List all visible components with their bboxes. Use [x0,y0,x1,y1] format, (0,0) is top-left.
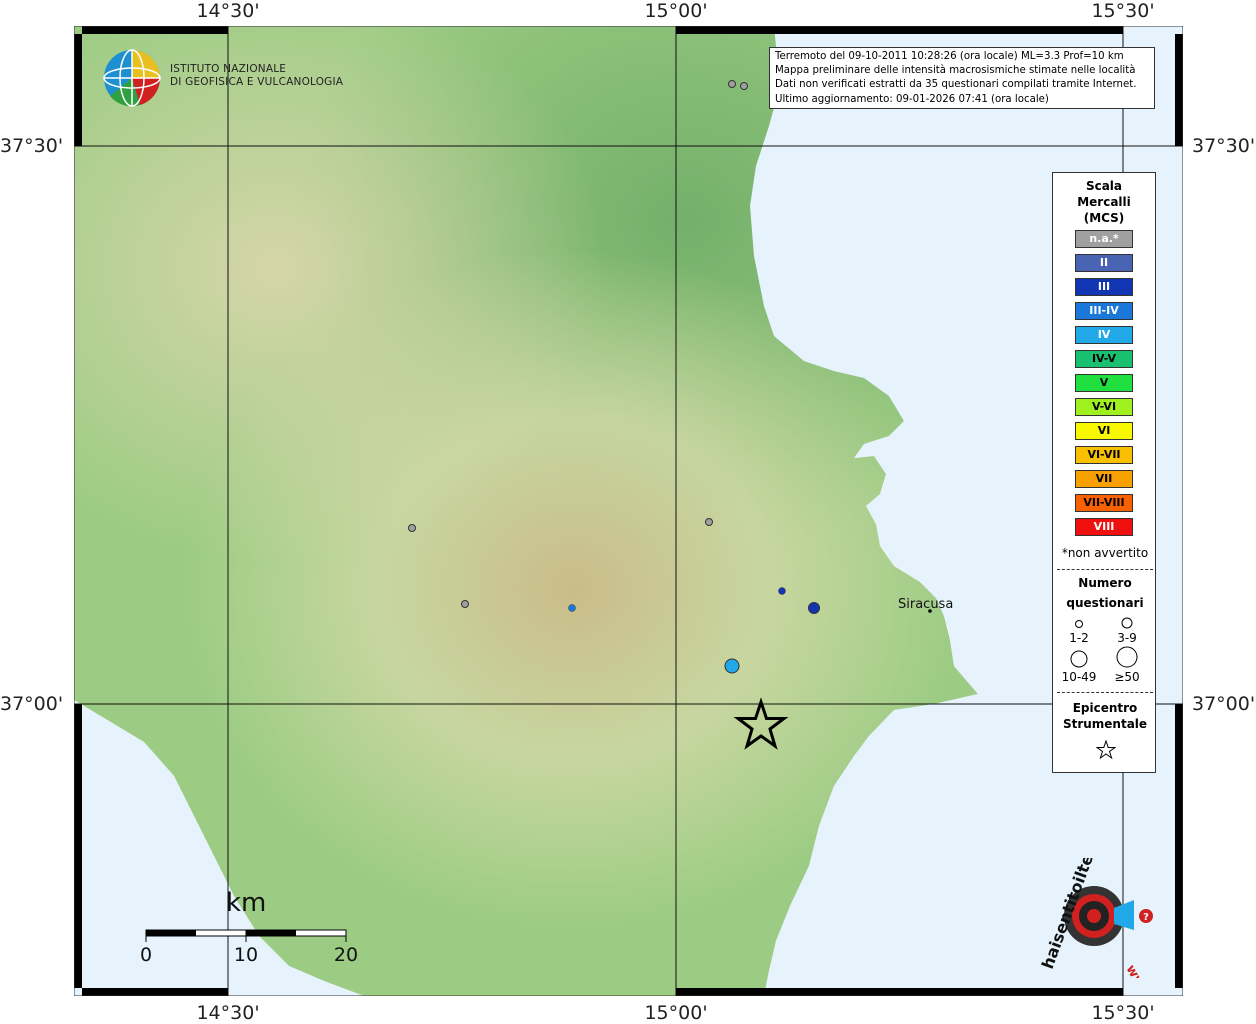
legend-epicenter-title: Epicentro Strumentale [1053,700,1157,732]
legend-divider [1057,692,1153,693]
legend-chip: IV-V [1075,350,1133,368]
lon-label-bottom-1: 14°30' [196,1002,260,1024]
legend-chip: n.a.* [1075,230,1133,248]
legend-chip: VI [1075,422,1133,440]
info-line-update: Ultimo aggiornamento: 09-01-2026 07:41 (… [775,93,1049,105]
lon-label-top-3: 15°30' [1091,0,1155,22]
obs-point[interactable] [705,518,713,526]
legend-chip: VIII [1075,518,1133,536]
lat-label-right-1: 37°30' [1192,135,1256,157]
info-line-map: Mappa preliminare delle intensità macros… [775,65,1136,77]
legend-chip: VII-VIII [1075,494,1133,512]
legend: Scala Mercalli (MCS) n.a.* II III III-IV IV I… [1052,172,1156,773]
legend-chip: II [1075,254,1133,272]
map-frame[interactable] [74,26,1183,996]
city-label-siracusa: Siracusa [898,597,954,612]
obs-point[interactable] [408,524,416,532]
obs-point[interactable] [724,658,740,674]
legend-chip: III-IV [1075,302,1133,320]
legend-title: Scala Mercalli (MCS) [1053,178,1155,226]
legend-chip: III [1075,278,1133,296]
ingv-name: ISTITUTO NAZIONALE DI GEOFISICA E VULCAN… [170,63,343,89]
count-label-4: ≥50 [1114,670,1140,684]
legend-star-icon [1096,740,1116,760]
legend-count-title-line1: Numero [1078,576,1132,590]
obs-point[interactable] [568,604,576,612]
count-label-1: 1-2 [1069,631,1089,645]
info-line-data: Dati non verificati estratti da 35 quest… [775,79,1137,91]
count-label-3: 10-49 [1061,670,1097,684]
legend-divider [1057,569,1153,570]
scale-tick-20: 20 [333,944,359,966]
lon-label-top-2: 15°00' [644,0,708,22]
haisentito-logo-prefix: www. [1123,963,1156,979]
count-label-2: 3-9 [1117,631,1137,645]
svg-text:?: ? [1143,912,1149,923]
lon-label-top-1: 14°30' [196,0,260,22]
ingv-name-line2: DI GEOFISICA E VULCANOLOGIA [170,76,344,88]
lon-label-bottom-3: 15°30' [1091,1002,1155,1024]
obs-point[interactable] [808,602,820,614]
legend-chip: VII [1075,470,1133,488]
legend-chip: VI-VII [1075,446,1133,464]
legend-chip: V [1075,374,1133,392]
info-line-event: Terremoto del 09-10-2011 10:28:26 (ora l… [775,51,1124,62]
legend-chip: V-VI [1075,398,1133,416]
lat-label-left-2: 37°00' [0,693,64,715]
lon-label-bottom-2: 15°00' [644,1002,708,1024]
lat-label-right-2: 37°00' [1192,693,1256,715]
legend-title-line3: (MCS) [1083,211,1125,225]
legend-chip: IV [1075,326,1133,344]
legend-note: *non avvertito [1061,546,1149,560]
info-box: Terremoto del 09-10-2011 10:28:26 (ora l… [769,47,1155,109]
legend-count-title: Numero questionari [1053,573,1157,613]
ingv-name-line1: ISTITUTO NAZIONALE [170,63,287,75]
obs-point[interactable] [728,80,736,88]
lat-label-left-1: 37°30' [0,135,64,157]
legend-title-line2: Mercalli [1077,195,1131,209]
obs-point[interactable] [461,600,469,608]
legend-epicenter-line2: Strumentale [1062,717,1148,731]
scale-tick-10: 10 [233,944,259,966]
obs-point[interactable] [778,587,786,595]
scale-unit: km [226,888,267,918]
legend-title-line1: Scala [1085,179,1123,193]
ingv-globe-icon [103,49,161,107]
legend-epicenter-line1: Epicentro [1072,701,1138,715]
haisentito-logo-icon[interactable]: ? haisentitoilterremoto.it www. [1034,858,1164,978]
map-canvas[interactable] [74,26,1183,996]
legend-count-title-line2: questionari [1066,596,1144,610]
obs-point[interactable] [740,82,748,90]
scale-tick-0: 0 [139,944,153,966]
